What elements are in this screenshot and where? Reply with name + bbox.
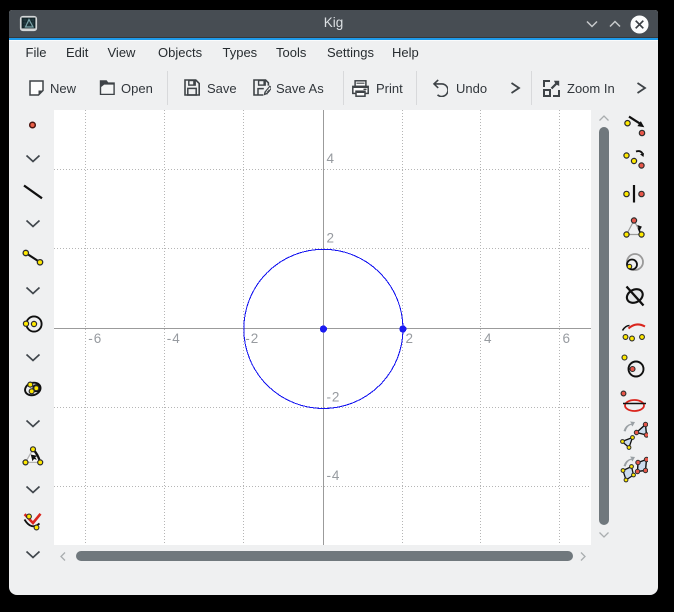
svg-text:4: 4 [484, 331, 492, 346]
svg-text:-2: -2 [327, 390, 341, 405]
svg-text:-4: -4 [167, 331, 181, 346]
svg-text:2: 2 [327, 231, 335, 246]
svg-text:-6: -6 [88, 331, 102, 346]
svg-text:-2: -2 [245, 331, 259, 346]
svg-text:4: 4 [327, 151, 335, 166]
svg-text:6: 6 [563, 331, 571, 346]
svg-text:2: 2 [406, 331, 414, 346]
svg-text:-4: -4 [327, 468, 341, 483]
